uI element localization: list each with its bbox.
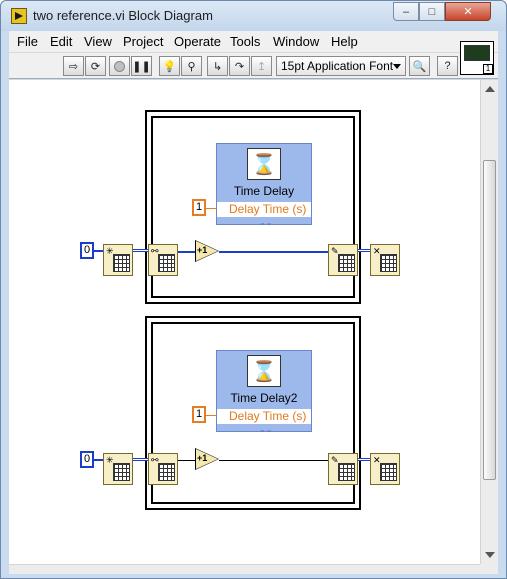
write-glyph-icon: ✎ [331, 246, 339, 256]
time-delay-label: Time Delay2 [230, 391, 298, 405]
scroll-corner [480, 564, 498, 574]
menu-bar: File Edit View Project Operate Tools Win… [9, 31, 498, 53]
menu-operate[interactable]: Operate [174, 34, 221, 49]
wire[interactable] [178, 251, 195, 253]
new-glyph-icon: ✳ [106, 455, 114, 465]
block-diagram-canvas[interactable]: ⌛ Time Delay Delay Time (s) ⌄⌄ 1 0 ✳ ⚯ +… [9, 80, 480, 564]
in-place-write-node[interactable]: ✎ [328, 453, 358, 485]
delete-reference-node[interactable]: ✕ [370, 244, 400, 276]
minimize-button[interactable]: – [393, 2, 419, 21]
in-place-write-node[interactable]: ✎ [328, 244, 358, 276]
read-glyph-icon: ⚯ [151, 246, 159, 256]
step-out-icon[interactable]: ↥ [251, 56, 272, 76]
toolbar: ⇨ ⟳ ❚❚ 💡 ⚲ ↳ ↷ ↥ 15pt Application Font 🔍… [9, 53, 498, 79]
labview-app-icon [11, 8, 27, 24]
menu-window[interactable]: Window [273, 34, 319, 49]
delete-glyph-icon: ✕ [373, 246, 381, 256]
data-value-reference-icon [380, 254, 397, 272]
search-icon[interactable]: 🔍 [409, 56, 430, 76]
expand-handle-icon[interactable]: ⌄⌄ [259, 425, 272, 434]
labview-window: two reference.vi Block Diagram – □ ✕ Fil… [0, 0, 507, 579]
increment-label: +1 [197, 245, 208, 255]
expand-handle-icon[interactable]: ⌄⌄ [259, 218, 272, 227]
delay-time-input[interactable]: Delay Time (s) [217, 409, 311, 424]
increment-label: +1 [197, 453, 208, 463]
in-place-read-node[interactable]: ⚯ [148, 244, 178, 276]
font-selector[interactable]: 15pt Application Font [276, 56, 406, 76]
data-value-reference-icon [158, 254, 175, 272]
numeric-constant-zero[interactable]: 0 [80, 451, 94, 468]
highlight-execution-icon[interactable]: 💡 [159, 56, 180, 76]
run-continuously-icon[interactable]: ⟳ [85, 56, 106, 76]
scroll-down-icon[interactable] [485, 552, 495, 558]
delay-time-input[interactable]: Delay Time (s) [217, 202, 311, 217]
vi-icon-screen [464, 45, 490, 61]
numeric-constant-zero[interactable]: 0 [80, 242, 94, 259]
run-arrow-icon[interactable]: ⇨ [63, 56, 84, 76]
menu-help[interactable]: Help [331, 34, 358, 49]
time-delay-label: Time Delay [233, 184, 295, 198]
data-value-reference-icon [338, 254, 355, 272]
hourglass-icon: ⌛ [247, 355, 281, 387]
font-selector-label: 15pt Application Font [281, 59, 394, 73]
scroll-up-icon[interactable] [485, 86, 495, 92]
title-bar[interactable]: two reference.vi Block Diagram – □ ✕ [1, 1, 506, 31]
delete-reference-node[interactable]: ✕ [370, 453, 400, 485]
reference-wire[interactable] [133, 249, 149, 252]
data-value-reference-icon [338, 463, 355, 481]
hourglass-icon: ⌛ [247, 148, 281, 180]
vi-icon[interactable]: 1 [460, 41, 494, 75]
menu-project[interactable]: Project [123, 34, 163, 49]
delay-wire[interactable] [206, 415, 216, 416]
delay-wire[interactable] [206, 208, 216, 209]
connector-pane[interactable]: 1 [483, 64, 493, 74]
wire[interactable] [219, 460, 329, 461]
delay-constant[interactable]: 1 [192, 199, 206, 216]
write-glyph-icon: ✎ [331, 455, 339, 465]
time-delay-express-vi[interactable]: ⌛ Time Delay Delay Time (s) ⌄⌄ [216, 143, 312, 227]
wire[interactable] [219, 251, 329, 253]
retain-wire-values-icon[interactable]: ⚲ [181, 56, 202, 76]
horizontal-scrollbar[interactable] [9, 564, 480, 574]
menu-file[interactable]: File [17, 34, 38, 49]
in-place-read-node[interactable]: ⚯ [148, 453, 178, 485]
wire[interactable] [178, 460, 195, 461]
maximize-button[interactable]: □ [419, 2, 445, 21]
delay-constant[interactable]: 1 [192, 406, 206, 423]
step-into-icon[interactable]: ↳ [207, 56, 228, 76]
window-title: two reference.vi Block Diagram [33, 8, 213, 23]
new-glyph-icon: ✳ [106, 246, 114, 256]
data-value-reference-icon [380, 463, 397, 481]
data-value-reference-icon [113, 463, 130, 481]
menu-view[interactable]: View [84, 34, 112, 49]
scrollbar-thumb[interactable] [483, 160, 496, 480]
new-reference-node[interactable]: ✳ [103, 244, 133, 276]
help-icon[interactable]: ? [437, 56, 458, 76]
read-glyph-icon: ⚯ [151, 455, 159, 465]
new-reference-node[interactable]: ✳ [103, 453, 133, 485]
menu-edit[interactable]: Edit [50, 34, 72, 49]
reference-wire[interactable] [133, 458, 149, 461]
vertical-scrollbar[interactable] [480, 80, 498, 564]
chevron-down-icon [393, 64, 401, 69]
step-over-icon[interactable]: ↷ [229, 56, 250, 76]
delete-glyph-icon: ✕ [373, 455, 381, 465]
abort-icon[interactable] [109, 56, 130, 76]
menu-tools[interactable]: Tools [230, 34, 260, 49]
time-delay-express-vi[interactable]: ⌛ Time Delay2 Delay Time (s) ⌄⌄ [216, 350, 312, 434]
close-button[interactable]: ✕ [445, 2, 491, 21]
data-value-reference-icon [113, 254, 130, 272]
pause-icon[interactable]: ❚❚ [131, 56, 152, 76]
data-value-reference-icon [158, 463, 175, 481]
